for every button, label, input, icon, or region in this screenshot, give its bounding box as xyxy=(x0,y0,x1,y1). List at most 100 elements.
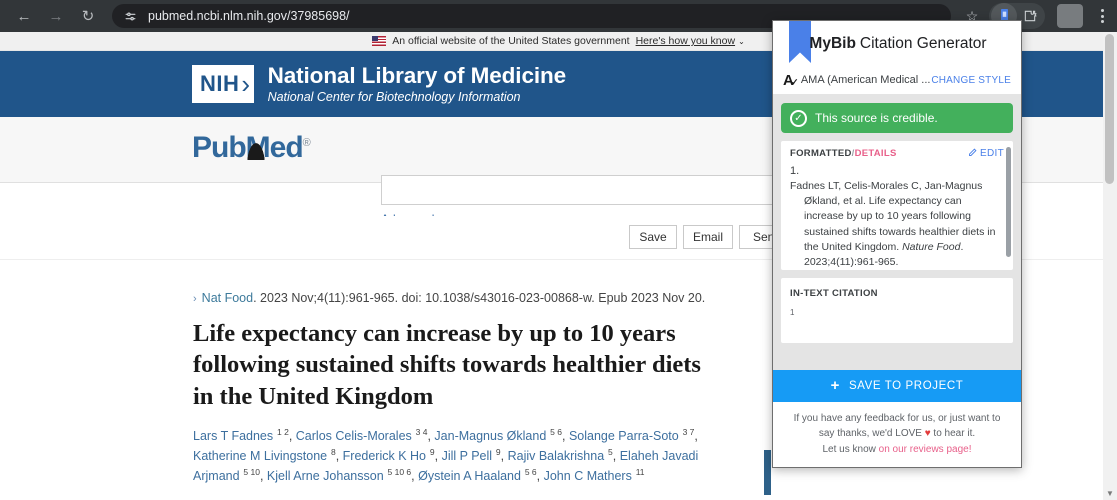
author-separator: , xyxy=(259,469,267,484)
author-separator: , xyxy=(612,449,620,464)
formatted-citation-card: FORMATTED / DETAILS EDIT 1. Fadnes LT, Cel… xyxy=(781,141,1013,270)
author-affiliation-ref[interactable]: 8 xyxy=(329,447,336,457)
citation-style-name: AMA (American Medical ... xyxy=(800,74,931,86)
scrollbar-thumb[interactable] xyxy=(1105,34,1114,184)
popup-title: MyBib Citation Generator xyxy=(773,21,1021,66)
author-link[interactable]: Frederick K Ho xyxy=(343,449,426,463)
nih-logo-text: NIH xyxy=(200,71,240,96)
share-accent-bar xyxy=(764,450,771,495)
author-separator: , xyxy=(561,429,569,444)
popup-header: MyBib Citation Generator xyxy=(773,21,1021,66)
citation-text: Fadnes LT, Celis-Morales C, Jan-Magnus Ø… xyxy=(790,179,1004,270)
author-separator: , xyxy=(434,449,442,464)
tab-formatted[interactable]: FORMATTED xyxy=(790,148,852,159)
author-affiliation-ref[interactable]: 11 xyxy=(633,467,645,477)
author-link[interactable]: Carlos Celis-Morales xyxy=(296,429,412,443)
save-to-project-label: SAVE TO PROJECT xyxy=(848,379,964,392)
author-affiliation-ref[interactable]: 5 10 xyxy=(241,467,260,477)
style-check-icon: A ✓ xyxy=(783,71,799,89)
author-affiliation-ref[interactable]: 5 xyxy=(606,447,613,457)
author-affiliation-ref[interactable]: 3 4 xyxy=(413,427,428,437)
nih-branding[interactable]: NIH › National Library of Medicine Natio… xyxy=(192,64,566,104)
author-link[interactable]: Øystein A Haaland xyxy=(418,470,521,484)
footer-line-3a: Let us know xyxy=(822,443,879,455)
email-button[interactable]: Email xyxy=(683,225,733,249)
author-link[interactable]: Katherine M Livingstone xyxy=(193,449,327,463)
citation-text-part1: Fadnes LT, Celis-Morales C, Jan-Magnus Ø… xyxy=(790,180,996,253)
change-style-button[interactable]: CHANGE STYLE xyxy=(931,75,1011,86)
author-affiliation-ref[interactable]: 1 2 xyxy=(275,427,289,437)
save-button[interactable]: Save xyxy=(629,225,677,249)
back-arrow-icon[interactable]: ← xyxy=(10,2,38,30)
popup-brand: MyBib xyxy=(809,34,856,52)
gov-banner-text: An official website of the United States… xyxy=(392,35,630,47)
edit-citation-button[interactable]: EDIT xyxy=(968,148,1004,159)
check-circle-icon: ✓ xyxy=(790,109,807,127)
author-separator: , xyxy=(335,449,343,464)
author-affiliation-ref[interactable]: 3 7 xyxy=(680,427,695,437)
expand-chevron-icon[interactable]: › xyxy=(193,293,197,305)
kebab-menu-icon[interactable] xyxy=(1091,9,1113,23)
author-link[interactable]: Jan-Magnus Økland xyxy=(434,429,546,443)
author-link[interactable]: Jill P Pell xyxy=(442,449,492,463)
author-link[interactable]: Solange Parra-Soto xyxy=(569,429,679,443)
nih-logo-arrow-icon: › xyxy=(241,69,251,99)
credibility-text: This source is credible. xyxy=(815,111,938,125)
reload-icon[interactable]: ↻ xyxy=(74,2,102,30)
page-scrollbar[interactable]: ▲ ▼ xyxy=(1103,32,1117,500)
popup-footer: If you have any feedback for us, or just… xyxy=(773,401,1021,467)
journal-citation-meta: . 2023 Nov;4(11):961-965. doi: 10.1038/s… xyxy=(253,291,706,305)
author-list: Lars T Fadnes 1 2, Carlos Celis-Morales … xyxy=(193,426,738,486)
author-link[interactable]: Lars T Fadnes xyxy=(193,429,273,443)
citation-tabs: FORMATTED / DETAILS EDIT xyxy=(790,148,1004,159)
author-affiliation-ref[interactable]: 9 xyxy=(494,447,501,457)
tab-details[interactable]: DETAILS xyxy=(855,148,897,159)
footer-line-2a: say thanks, we'd LOVE xyxy=(818,428,925,439)
pubmed-book-icon xyxy=(243,133,269,160)
registered-mark: ® xyxy=(302,137,311,149)
page-title: Life expectancy can increase by up to 10… xyxy=(193,320,701,410)
us-flag-icon xyxy=(372,36,387,46)
nih-subtitle: National Center for Biotechnology Inform… xyxy=(267,89,521,104)
citation-scrollbar[interactable] xyxy=(1006,147,1011,257)
save-to-project-button[interactable]: + SAVE TO PROJECT xyxy=(773,369,1021,402)
author-affiliation-ref[interactable]: 5 6 xyxy=(522,467,537,477)
author-separator: , xyxy=(536,469,544,484)
author-link[interactable]: Rajiv Balakrishna xyxy=(508,449,605,463)
nih-title: National Library of Medicine xyxy=(267,63,567,89)
forward-arrow-icon[interactable]: → xyxy=(42,2,70,30)
popup-brand-suffix: Citation Generator xyxy=(859,34,987,52)
author-separator: , xyxy=(500,449,508,464)
footer-line-2b: to hear it. xyxy=(930,428,976,439)
author-affiliation-ref[interactable]: 9 xyxy=(428,447,435,457)
how-you-know-link[interactable]: Here's how you know xyxy=(636,35,735,47)
nih-logo: NIH › xyxy=(192,65,254,103)
search-input[interactable] xyxy=(381,175,773,205)
author-link[interactable]: John C Mathers xyxy=(544,470,632,484)
footer-line-3: Let us know on our reviews page! xyxy=(787,442,1007,458)
journal-name-link[interactable]: Nat Food xyxy=(202,291,253,305)
tune-icon[interactable] xyxy=(122,8,138,24)
profile-avatar[interactable] xyxy=(1057,4,1083,28)
popup-body: ✓ This source is credible. FORMATTED / DET… xyxy=(773,95,1021,370)
mybib-popup: MyBib Citation Generator A ✓ AMA (America… xyxy=(772,20,1022,468)
footer-line-2: say thanks, we'd LOVE ♥ to hear it. xyxy=(787,426,1007,442)
plus-icon: + xyxy=(830,377,840,394)
in-text-citation-heading: IN-TEXT CITATION xyxy=(790,288,878,299)
author-affiliation-ref[interactable]: 5 6 xyxy=(548,427,562,437)
citation-number: 1. xyxy=(790,165,800,177)
scroll-down-icon[interactable]: ▼ xyxy=(1103,486,1117,500)
author-separator: , xyxy=(288,429,296,444)
author-link[interactable]: Kjell Arne Johansson xyxy=(267,470,384,484)
citation-journal-name: Nature Food xyxy=(902,240,961,253)
in-text-citation-card: IN-TEXT CITATION 1 xyxy=(781,278,1013,343)
reviews-page-link[interactable]: on our reviews page! xyxy=(879,444,972,455)
citation-style-row: A ✓ AMA (American Medical ... CHANGE STYL… xyxy=(773,66,1021,95)
author-separator: , xyxy=(694,429,698,444)
edit-citation-label: EDIT xyxy=(980,148,1004,159)
in-text-citation-value: 1 xyxy=(790,308,795,317)
author-affiliation-ref[interactable]: 5 10 6 xyxy=(385,467,412,477)
address-bar-url[interactable]: pubmed.ncbi.nlm.nih.gov/37985698/ xyxy=(148,9,350,23)
pubmed-logo-pub: Pub xyxy=(192,131,247,164)
chevron-down-icon[interactable]: ⌄ xyxy=(738,37,745,46)
